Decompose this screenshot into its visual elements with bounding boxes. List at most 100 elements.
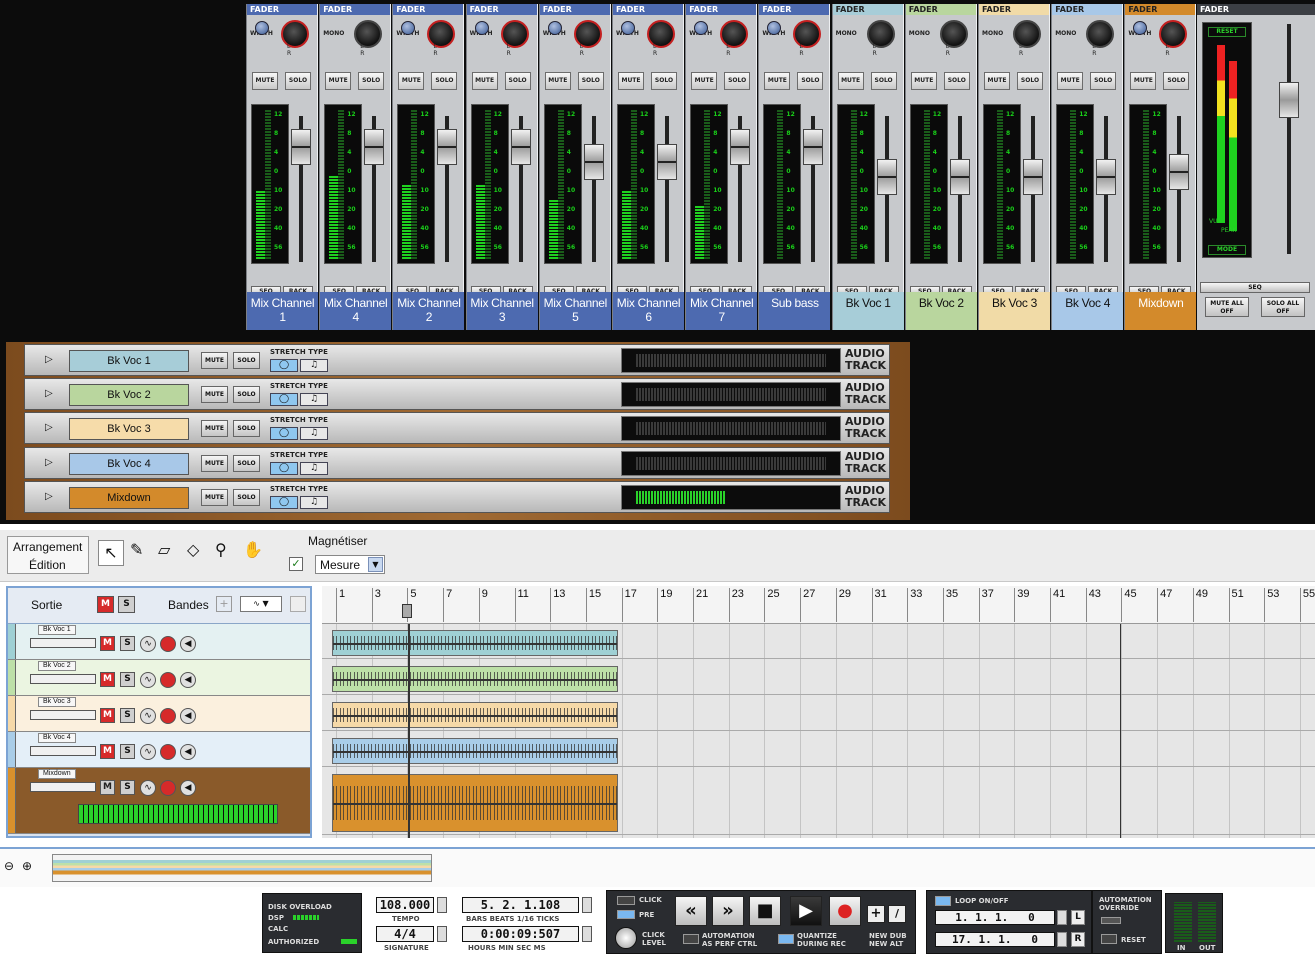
rewind-button[interactable]: « [675,896,707,926]
expand-arrow-icon[interactable]: ▷ [45,491,53,502]
audio-track-mute-button[interactable]: MUTE [201,488,228,506]
arrangement-label[interactable]: Arrangement [13,540,82,554]
fader-handle[interactable] [364,129,385,165]
record-enable-icon[interactable] [160,744,176,760]
automation-reset-toggle[interactable] [1101,934,1117,944]
audio-clip[interactable] [332,702,618,728]
audio-track-solo-button[interactable]: SOLO [233,454,260,472]
audio-clip[interactable] [332,630,618,656]
automation-override-button[interactable] [1101,917,1121,924]
monitor-icon[interactable]: ∿ [140,708,156,724]
track-volume-slider[interactable] [30,746,96,756]
track-solo-button[interactable]: S [120,636,135,651]
width-knob[interactable] [255,21,269,35]
strip-mute-button[interactable]: MUTE [691,72,718,90]
audio-track-name[interactable]: Bk Voc 4 [69,452,189,475]
strip-solo-button[interactable]: SOLO [870,72,897,90]
master-reset-button[interactable]: RESET [1208,27,1246,37]
master-mode-button[interactable]: MODE [1208,245,1246,255]
strip-mute-button[interactable]: MUTE [764,72,791,90]
track-solo-button[interactable]: S [120,672,135,687]
strip-mute-button[interactable]: MUTE [910,72,937,90]
strip-mute-button[interactable]: MUTE [544,72,571,90]
loop-left-button[interactable]: L [1071,910,1085,925]
expand-arrow-icon[interactable]: ▷ [45,422,53,433]
audio-track-mute-button[interactable]: MUTE [201,352,228,369]
audio-clip[interactable] [332,774,618,832]
speaker-icon[interactable]: ◀ [180,744,196,760]
speaker-icon[interactable]: ◀ [180,708,196,724]
stretch-type-b-button[interactable]: ♫ [300,495,328,509]
add-lane-icon[interactable]: + [216,596,232,612]
loop-right-display[interactable]: 17. 1. 1. 0 [935,932,1055,947]
channel-name-box[interactable]: Bk Voc 2 [905,292,977,330]
strip-solo-button[interactable]: SOLO [651,72,677,90]
strip-mute-button[interactable]: MUTE [618,72,644,90]
audio-track-solo-button[interactable]: SOLO [233,352,260,369]
strip-mute-button[interactable]: MUTE [325,72,352,90]
edition-label[interactable]: Édition [29,558,66,572]
sequencer-track-header[interactable]: Bk Voc 2 M S ∿ ◀ [8,660,310,696]
track-solo-button[interactable]: S [120,744,135,759]
position-display[interactable]: 5. 2. 1.108 [462,897,579,913]
loop-right-stepper[interactable] [1057,932,1067,947]
timeline-ruler[interactable]: 1 3 5 7 9 11 13 15 17 19 21 23 25 27 29 31 33 35 37 39 41 43 4… [322,586,1315,624]
zoom-out-icon[interactable]: ⊖ [4,859,14,873]
strip-solo-button[interactable]: SOLO [943,72,970,90]
loop-left-display[interactable]: 1. 1. 1. 0 [935,910,1055,925]
strip-mute-button[interactable]: MUTE [1057,72,1084,90]
record-enable-icon[interactable] [160,672,176,688]
track-volume-slider[interactable] [30,638,96,648]
record-button[interactable]: ● [829,896,861,926]
channel-name-box[interactable]: Mix Channel 6 [613,292,684,330]
audio-track-mute-button[interactable]: MUTE [201,420,228,438]
stretch-type-a-button[interactable]: ◯ [270,427,298,441]
strip-solo-button[interactable]: SOLO [285,72,311,90]
record-enable-icon[interactable] [160,708,176,724]
eraser-tool-icon[interactable]: ▱ [158,540,170,559]
play-button[interactable]: ▶ [790,896,822,926]
speaker-icon[interactable]: ◀ [180,780,196,796]
fader-handle[interactable] [291,129,311,165]
hand-tool-icon[interactable]: ✋ [243,540,263,559]
audio-clip[interactable] [332,738,618,764]
strip-mute-button[interactable]: MUTE [984,72,1010,90]
song-position-marker[interactable] [402,604,412,618]
lane-type-dropdown[interactable]: ∿ ▼ [240,596,282,612]
channel-name-box[interactable]: Mix Channel 2 [393,292,465,330]
selection-tool-icon[interactable]: ↖ [98,540,124,566]
time-display[interactable]: 0:00:09:507 [462,926,579,942]
strip-mute-button[interactable]: MUTE [471,72,498,90]
fader-handle[interactable] [510,129,531,165]
track-mute-button[interactable]: M [100,636,115,651]
channel-name-box[interactable]: Bk Voc 1 [832,292,904,330]
channel-name-box[interactable]: Bk Voc 3 [979,292,1050,330]
strip-solo-button[interactable]: SOLO [724,72,751,90]
tempo-display[interactable]: 108.000 [376,897,434,913]
width-knob[interactable] [547,21,562,35]
fader-handle[interactable] [657,144,677,180]
signature-stepper[interactable] [437,926,447,942]
fader-handle[interactable] [1169,154,1190,190]
fader-handle[interactable] [437,129,458,165]
stretch-type-a-button[interactable]: ◯ [270,359,298,372]
solo-all-off-button[interactable]: SOLO ALL OFF [1261,297,1305,317]
channel-name-box[interactable]: Mix Channel 1 [247,292,318,330]
monitor-icon[interactable]: ∿ [140,780,156,796]
audio-track-name[interactable]: Bk Voc 1 [69,350,189,372]
track-volume-slider[interactable] [30,674,96,684]
fader-handle[interactable] [1096,159,1117,195]
sequencer-track-name[interactable]: Bk Voc 4 [38,733,76,743]
audio-track-mute-button[interactable]: MUTE [201,386,228,404]
razor-tool-icon[interactable]: ◇ [187,540,199,559]
quantize-toggle[interactable] [778,934,794,944]
record-enable-icon[interactable] [160,636,176,652]
channel-name-box[interactable]: Sub bass [759,292,831,330]
strip-solo-button[interactable]: SOLO [1163,72,1190,90]
track-solo-button[interactable]: S [120,708,135,723]
sequencer-track-header[interactable]: Bk Voc 1 M S ∿ ◀ [8,624,310,660]
channel-name-box[interactable]: Mix Channel 7 [686,292,758,330]
channel-name-box[interactable]: Mix Channel 3 [466,292,538,330]
zoom-in-icon[interactable]: ⊕ [22,859,32,873]
width-knob[interactable] [474,21,489,35]
